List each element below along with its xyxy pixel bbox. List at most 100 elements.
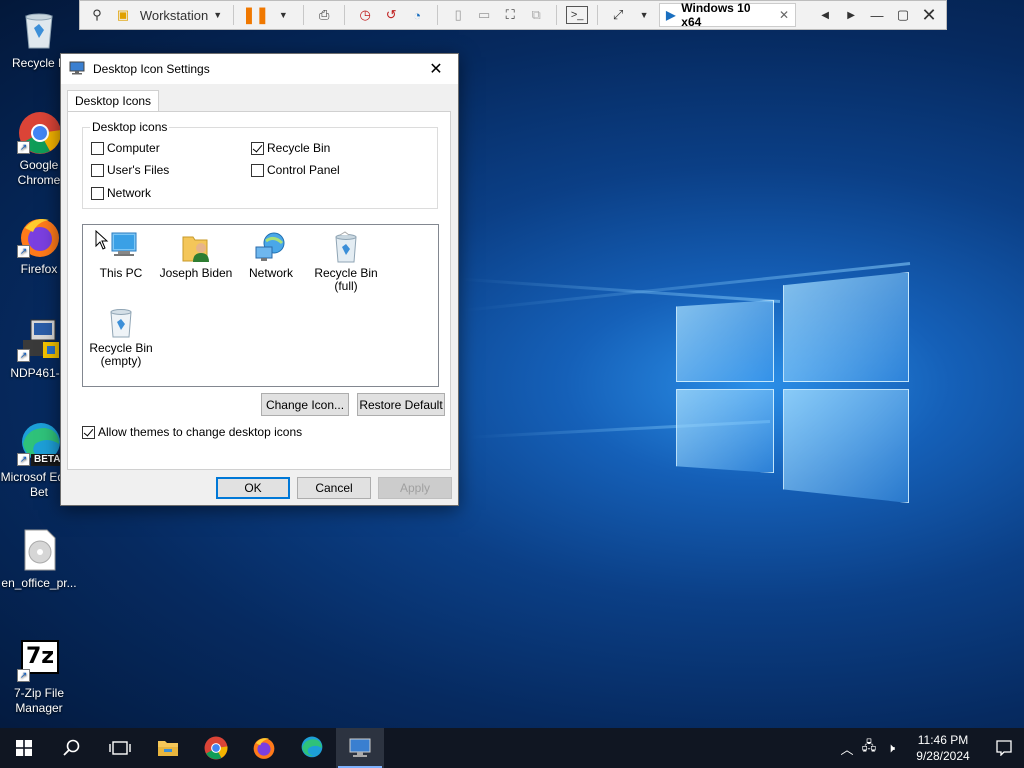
vm-tab-label: Windows 10 x64: [681, 1, 751, 29]
firefox-icon: ↗: [17, 214, 61, 258]
desktop-icon-office-iso[interactable]: en_office_pr...: [0, 528, 78, 591]
users-files-checkbox[interactable]: User's Files: [91, 163, 169, 177]
icon-list[interactable]: This PC Joseph Biden Network Recycle Bin…: [82, 224, 439, 387]
checkbox-box[interactable]: [91, 141, 104, 155]
desktop-icon-label: Recycle B: [11, 56, 67, 70]
dialog-titlebar[interactable]: Desktop Icon Settings ✕: [61, 54, 458, 84]
vm-tab-icon: ▶: [666, 8, 676, 22]
edge-beta-icon: BETA ↗: [17, 422, 64, 466]
checkbox-box[interactable]: [91, 186, 104, 200]
pin-icon[interactable]: ⚲: [86, 4, 108, 26]
firefox-icon: [253, 738, 275, 759]
allow-themes-checkbox[interactable]: Allow themes to change desktop icons: [82, 425, 302, 439]
view-chevron-icon[interactable]: ▼: [633, 4, 655, 26]
checkbox-box[interactable]: [91, 163, 104, 177]
notification-icon: [996, 740, 1012, 756]
recycle-bin-full-icon: [329, 231, 363, 263]
vmware-toolbar: ⚲ ▣ Workstation ▼ ❚❚ ▼ ⎙ ◷ ↺ ◔ ▯ ▭ ⛶ ⧉ >…: [79, 0, 947, 30]
shortcut-arrow-icon: ↗: [17, 245, 30, 258]
list-item-label: Recycle Bin (full): [314, 266, 378, 293]
cancel-button[interactable]: Cancel: [297, 477, 371, 499]
dialog-tabs: Desktop Icons: [67, 90, 160, 111]
recycle-bin-empty-icon: [104, 306, 138, 338]
desktop-icon-label: Google Chrome: [17, 158, 61, 187]
restore-default-button[interactable]: Restore Default: [357, 393, 445, 416]
list-item-network[interactable]: Network: [233, 231, 309, 280]
start-button[interactable]: [0, 728, 48, 768]
computer-checkbox[interactable]: Computer: [91, 141, 160, 155]
thumbnail-bar-icon[interactable]: ▭: [473, 4, 495, 26]
pause-icon[interactable]: ❚❚: [242, 4, 269, 26]
full-screen-icon[interactable]: ⛶: [499, 4, 521, 26]
list-item-label: Network: [248, 266, 293, 280]
tab-page-desktop-icons: Desktop icons Computer User's Files Netw…: [67, 111, 451, 470]
unity-icon[interactable]: ⧉: [525, 4, 547, 26]
desktop-settings-icon: [69, 61, 85, 78]
shortcut-arrow-icon: ↗: [17, 669, 30, 682]
close-icon[interactable]: ✕: [918, 4, 940, 26]
send-ctrl-alt-del-icon[interactable]: ⎙: [313, 4, 335, 26]
tab-close-icon[interactable]: ✕: [779, 8, 789, 22]
mouse-cursor-icon: [95, 229, 109, 253]
group-title: Desktop icons: [90, 120, 170, 134]
show-hidden-icons-chevron-icon[interactable]: ︿: [836, 739, 858, 758]
minimize-icon[interactable]: —: [866, 4, 888, 26]
clock[interactable]: 11:46 PM 9/28/2024: [902, 732, 984, 764]
workstation-menu-label: Workstation: [139, 7, 209, 23]
change-icon-button[interactable]: Change Icon...: [261, 393, 349, 416]
clock-date: 9/28/2024: [916, 749, 970, 763]
list-item-recycle-bin-full[interactable]: Recycle Bin (full): [308, 231, 384, 293]
checkbox-box[interactable]: [251, 163, 264, 177]
list-item-user-folder[interactable]: Joseph Biden: [158, 231, 234, 280]
list-item-recycle-bin-empty[interactable]: Recycle Bin (empty): [83, 306, 159, 368]
edge-beta-icon: [301, 736, 323, 758]
ok-button[interactable]: OK: [216, 477, 290, 499]
chrome-icon: ↗: [17, 110, 62, 154]
stretch-icon[interactable]: ⤢: [607, 4, 629, 26]
network-status-icon[interactable]: 🖧: [858, 737, 880, 759]
taskbar-desktop-icon-settings[interactable]: [336, 728, 384, 768]
tab-scroll-right-icon[interactable]: ▶: [840, 4, 862, 26]
tab-desktop-icons[interactable]: Desktop Icons: [67, 90, 160, 111]
console-icon[interactable]: >_: [566, 6, 589, 24]
control-panel-checkbox[interactable]: Control Panel: [251, 163, 340, 177]
tab-scroll-left-icon[interactable]: ◀: [814, 4, 836, 26]
dialog-title: Desktop Icon Settings: [93, 62, 210, 76]
checkbox-label: Computer: [107, 141, 160, 155]
system-tray: ︿ 🖧 🕨 11:46 PM 9/28/2024: [836, 728, 1024, 768]
snapshot-manager-icon[interactable]: ◔: [406, 4, 428, 26]
maximize-icon[interactable]: ▢: [892, 4, 914, 26]
apply-button[interactable]: Apply: [378, 477, 452, 499]
checkbox-box[interactable]: [82, 425, 95, 439]
desktop-settings-icon: [349, 738, 371, 757]
vm-library-icon[interactable]: ▣: [112, 4, 134, 26]
recycle-bin-checkbox[interactable]: Recycle Bin: [251, 141, 330, 155]
revert-snapshot-icon[interactable]: ↺: [380, 4, 402, 26]
power-options-chevron-icon[interactable]: ▼: [272, 4, 294, 26]
shortcut-arrow-icon: ↗: [17, 453, 30, 466]
taskbar-firefox[interactable]: [240, 728, 288, 768]
network-icon: [254, 231, 288, 263]
workstation-menu[interactable]: Workstation ▼: [138, 4, 224, 26]
taskbar-edge-beta[interactable]: [288, 728, 336, 768]
search-button[interactable]: [48, 728, 96, 768]
action-center-button[interactable]: [984, 740, 1024, 756]
list-item-label: Recycle Bin (empty): [89, 341, 153, 368]
network-checkbox[interactable]: Network: [91, 186, 151, 200]
volume-muted-icon[interactable]: 🕨: [880, 740, 902, 756]
chevron-down-icon: ▼: [213, 10, 223, 20]
taskbar-file-explorer[interactable]: [144, 728, 192, 768]
checkbox-box[interactable]: [251, 141, 264, 155]
desktop-icon-7zip[interactable]: 7z ↗ 7-Zip File Manager: [0, 638, 78, 716]
dialog-close-button[interactable]: ✕: [414, 54, 458, 84]
show-library-icon[interactable]: ▯: [447, 4, 469, 26]
desktop-icon-label: 7-Zip File Manager: [13, 686, 64, 715]
checkbox-label: Allow themes to change desktop icons: [98, 425, 303, 439]
chrome-icon: [204, 736, 228, 760]
desktop-icon-label: Firefox: [20, 262, 58, 276]
snapshot-icon[interactable]: ◷: [354, 4, 376, 26]
task-view-button[interactable]: [96, 728, 144, 768]
taskbar-chrome[interactable]: [192, 728, 240, 768]
vm-tab[interactable]: ▶ Windows 10 x64 ✕: [659, 1, 797, 29]
clock-time: 11:46 PM: [917, 733, 969, 747]
